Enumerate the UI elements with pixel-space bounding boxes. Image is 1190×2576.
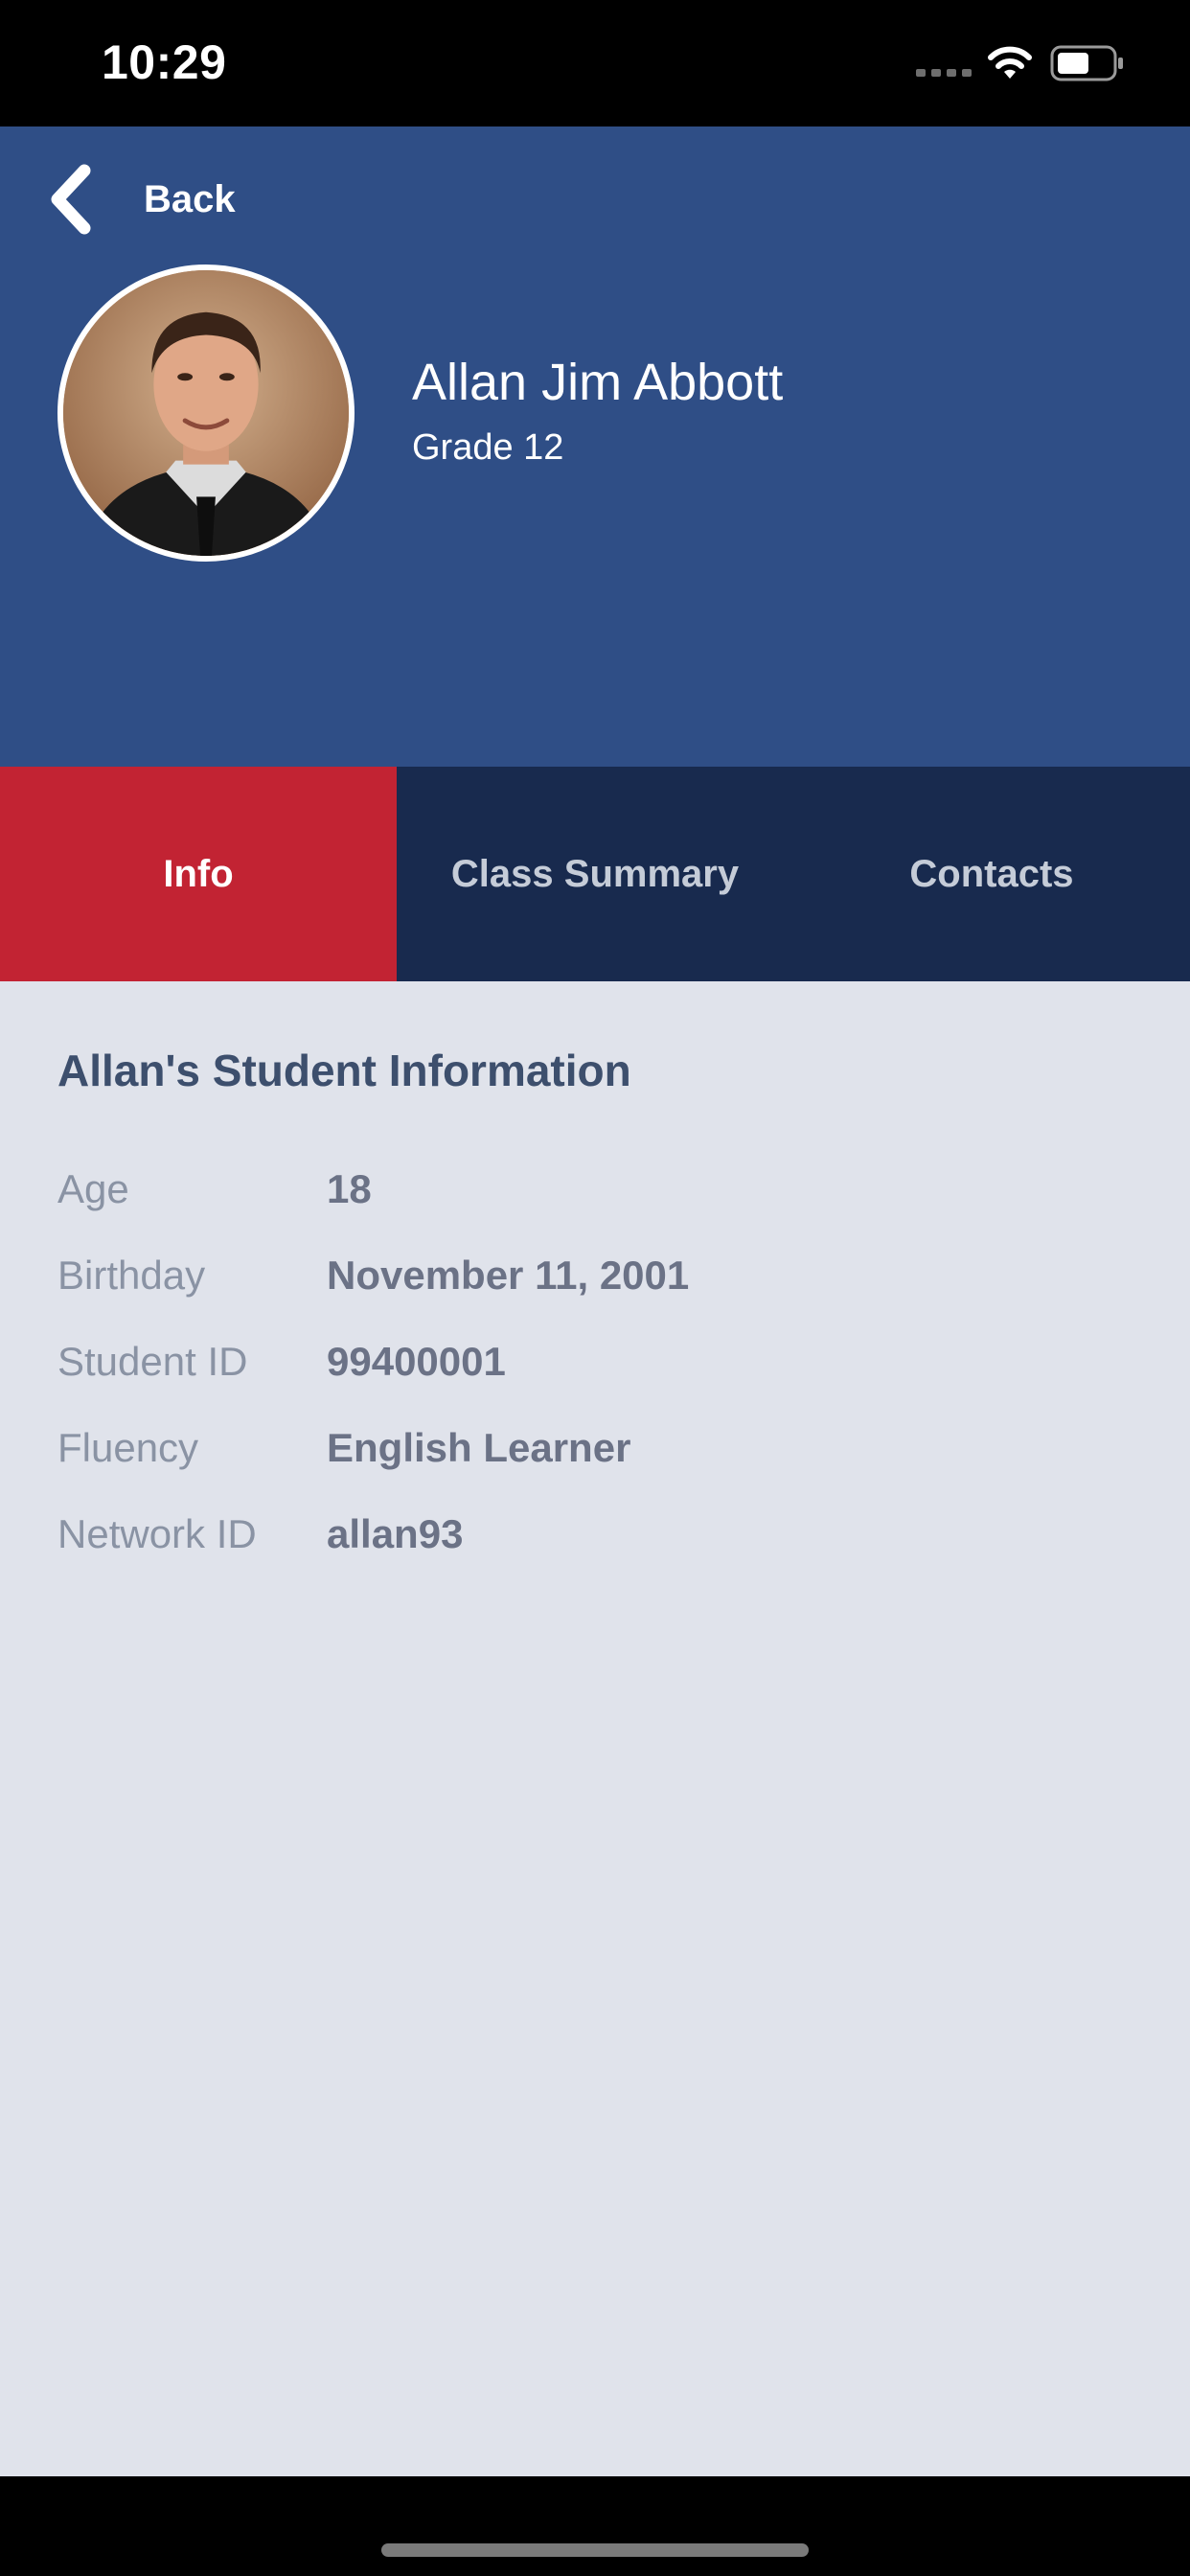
info-row-network-id: Network ID allan93 — [57, 1491, 1111, 1577]
info-panel: Allan's Student Information Age 18 Birth… — [0, 981, 1190, 2476]
info-value: November 11, 2001 — [327, 1253, 690, 1298]
wifi-icon — [988, 46, 1032, 79]
back-button[interactable]: Back — [44, 161, 236, 238]
battery-icon — [1050, 45, 1123, 81]
info-label: Birthday — [57, 1253, 206, 1298]
info-list: Age 18 Birthday November 11, 2001 Studen… — [57, 1146, 1111, 1577]
info-value: English Learner — [327, 1425, 631, 1470]
info-value: 18 — [327, 1166, 372, 1211]
info-row-student-id: Student ID 99400001 — [57, 1319, 1111, 1405]
signal-icon — [916, 69, 972, 77]
tab-class-summary[interactable]: Class Summary — [397, 767, 793, 981]
info-row-fluency: Fluency English Learner — [57, 1405, 1111, 1491]
tab-bar: Info Class Summary Contacts — [0, 767, 1190, 981]
chevron-left-icon — [51, 164, 91, 235]
status-time: 10:29 — [102, 35, 227, 89]
student-name: Allan Jim Abbott — [412, 354, 784, 411]
status-bar: 10:29 — [0, 0, 1190, 126]
tab-info[interactable]: Info — [0, 767, 397, 981]
info-label: Age — [57, 1166, 129, 1211]
info-value: 99400001 — [327, 1339, 506, 1384]
info-value: allan93 — [327, 1511, 464, 1556]
avatar — [57, 264, 355, 562]
home-bar — [0, 2476, 1190, 2576]
profile-header: Back Allan Jim Abbott Grade 12 — [0, 126, 1190, 767]
info-label: Student ID — [57, 1339, 248, 1384]
home-indicator[interactable] — [381, 2543, 809, 2557]
info-label: Network ID — [57, 1511, 257, 1556]
section-title: Allan's Student Information — [57, 1046, 631, 1095]
tab-contacts[interactable]: Contacts — [793, 767, 1190, 981]
info-row-birthday: Birthday November 11, 2001 — [57, 1232, 1111, 1319]
back-label: Back — [144, 177, 236, 220]
info-label: Fluency — [57, 1425, 199, 1470]
info-row-age: Age 18 — [57, 1146, 1111, 1232]
student-grade: Grade 12 — [412, 427, 564, 468]
